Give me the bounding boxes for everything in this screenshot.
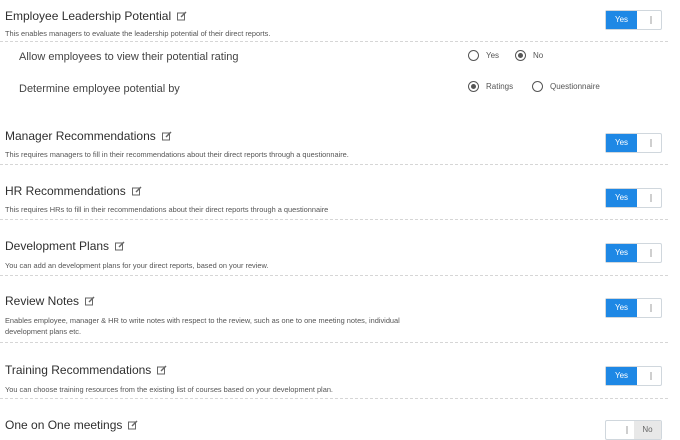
hr-description: This requires HRs to fill in their recom… (5, 205, 329, 214)
radio-selected-icon (515, 50, 526, 61)
review-notes-title-row: Review Notes (5, 294, 95, 309)
divider (0, 398, 668, 399)
manager-title-row: Manager Recommendations (5, 129, 172, 144)
allow-yes-label: Yes (486, 51, 500, 60)
training-title-row: Training Recommendations (5, 363, 167, 378)
development-description: You can add an development plans for you… (5, 261, 269, 270)
toggle-yes-label: Yes (606, 189, 637, 207)
review-notes-title: Review Notes (5, 294, 80, 308)
allow-no-radio[interactable]: No (515, 50, 543, 61)
determine-ratings-radio[interactable]: Ratings (468, 81, 513, 92)
edit-icon[interactable] (115, 240, 125, 254)
divider (0, 275, 668, 276)
edit-icon[interactable] (85, 295, 95, 309)
hr-title: HR Recommendations (5, 184, 126, 198)
toggle-grip-icon (650, 139, 652, 147)
review-notes-toggle[interactable]: Yes (605, 298, 662, 318)
training-title: Training Recommendations (5, 363, 152, 377)
allow-view-label: Allow employees to view their potential … (19, 51, 239, 63)
divider (0, 164, 668, 165)
edit-icon[interactable] (131, 185, 142, 199)
toggle-no-label: No (634, 421, 661, 439)
toggle-yes-label: Yes (606, 134, 637, 152)
review-notes-description-line2: development plans etc. (5, 327, 82, 336)
one-on-one-title: One on One meetings (5, 418, 123, 432)
manager-description: This requires managers to fill in their … (5, 150, 349, 159)
manager-toggle[interactable]: Yes (605, 133, 662, 153)
development-toggle[interactable]: Yes (605, 243, 662, 263)
edit-icon[interactable] (161, 130, 172, 144)
toggle-yes-label: Yes (606, 11, 637, 29)
allow-no-label: No (533, 51, 544, 60)
determine-ratings-label: Ratings (486, 82, 514, 91)
toggle-grip-icon (650, 16, 652, 24)
divider (0, 41, 668, 42)
edit-icon[interactable] (128, 419, 138, 433)
hr-toggle[interactable]: Yes (605, 188, 662, 208)
training-description: You can choose training resources from t… (5, 385, 333, 394)
one-on-one-title-row: One on One meetings (5, 418, 138, 433)
review-notes-description-line1: Enables employee, manager & HR to write … (5, 316, 400, 325)
one-on-one-toggle[interactable]: No (605, 420, 662, 440)
toggle-yes-label: Yes (606, 244, 637, 262)
determine-questionnaire-radio[interactable]: Questionnaire (532, 81, 600, 92)
divider (0, 219, 668, 220)
training-toggle[interactable]: Yes (605, 366, 662, 386)
allow-yes-radio[interactable]: Yes (468, 50, 499, 61)
hr-title-row: HR Recommendations (5, 184, 142, 199)
radio-unselected-icon (468, 50, 479, 61)
edit-icon[interactable] (177, 10, 187, 24)
toggle-grip-icon (650, 194, 652, 202)
divider (0, 342, 668, 343)
toggle-grip-icon (650, 372, 652, 380)
toggle-grip-icon (650, 304, 652, 312)
edit-icon[interactable] (157, 364, 167, 378)
toggle-grip-icon (650, 249, 652, 257)
toggle-yes-label: Yes (606, 367, 637, 385)
toggle-yes-label: Yes (606, 299, 637, 317)
manager-title: Manager Recommendations (5, 129, 156, 143)
leadership-title: Employee Leadership Potential (5, 9, 172, 23)
development-title-row: Development Plans (5, 239, 125, 254)
determine-potential-label: Determine employee potential by (19, 83, 180, 95)
leadership-toggle[interactable]: Yes (605, 10, 662, 30)
toggle-grip-icon (626, 426, 628, 434)
radio-selected-icon (468, 81, 479, 92)
radio-unselected-icon (532, 81, 543, 92)
development-title: Development Plans (5, 239, 110, 253)
leadership-title-row: Employee Leadership Potential (5, 9, 187, 24)
determine-questionnaire-label: Questionnaire (550, 82, 600, 91)
leadership-description: This enables managers to evaluate the le… (5, 29, 271, 38)
